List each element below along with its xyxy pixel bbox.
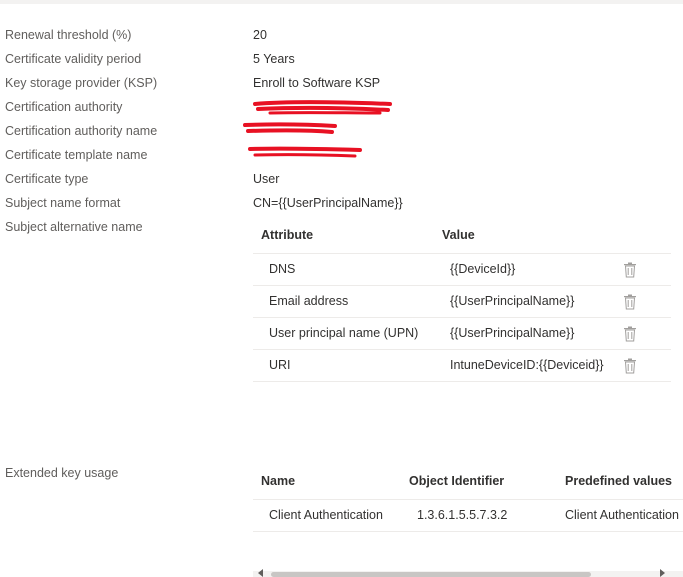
eku-row[interactable]: Client Authentication 1.3.6.1.5.5.7.3.2 … bbox=[253, 500, 683, 532]
eku-header-predefined[interactable]: Predefined values bbox=[565, 474, 672, 488]
san-value: {{UserPrincipalName}} bbox=[450, 294, 575, 308]
subject-name-format-value: CN={{UserPrincipalName}} bbox=[253, 196, 403, 210]
delete-icon[interactable] bbox=[623, 358, 637, 374]
san-attribute: DNS bbox=[269, 262, 296, 276]
san-attribute: URI bbox=[269, 358, 291, 372]
delete-icon[interactable] bbox=[623, 326, 637, 342]
scrollbar-thumb[interactable] bbox=[271, 572, 591, 577]
renewal-threshold-label: Renewal threshold (%) bbox=[5, 28, 132, 42]
san-value: {{UserPrincipalName}} bbox=[450, 326, 575, 340]
redaction-mark bbox=[243, 122, 337, 134]
san-row[interactable]: Email address {{UserPrincipalName}} bbox=[253, 286, 671, 318]
certification-authority-name-label: Certification authority name bbox=[5, 124, 158, 138]
eku-header-name[interactable]: Name bbox=[261, 474, 295, 488]
san-attribute: User principal name (UPN) bbox=[269, 326, 419, 340]
ksp-label: Key storage provider (KSP) bbox=[5, 76, 158, 90]
redaction-mark bbox=[248, 146, 362, 158]
san-row[interactable]: User principal name (UPN) {{UserPrincipa… bbox=[253, 318, 671, 350]
eku-name: Client Authentication bbox=[269, 508, 383, 522]
eku-header-oid[interactable]: Object Identifier bbox=[409, 474, 504, 488]
redaction-mark bbox=[253, 100, 392, 115]
certificate-template-name-label: Certificate template name bbox=[5, 148, 148, 162]
validity-period-value: 5 Years bbox=[253, 52, 295, 66]
extended-key-usage-label: Extended key usage bbox=[5, 466, 119, 480]
delete-icon[interactable] bbox=[623, 294, 637, 310]
scroll-left-icon[interactable] bbox=[258, 569, 263, 577]
san-row[interactable]: URI IntuneDeviceID:{{Deviceid}} bbox=[253, 350, 671, 382]
top-bar bbox=[0, 0, 683, 4]
san-header-attribute[interactable]: Attribute bbox=[261, 228, 313, 242]
delete-icon[interactable] bbox=[623, 262, 637, 278]
san-value: IntuneDeviceID:{{Deviceid}} bbox=[450, 358, 604, 372]
san-row[interactable]: DNS {{DeviceId}} bbox=[253, 254, 671, 286]
subject-name-format-label: Subject name format bbox=[5, 196, 121, 210]
eku-predefined: Client Authentication bbox=[565, 508, 679, 522]
validity-period-label: Certificate validity period bbox=[5, 52, 142, 66]
renewal-threshold-value: 20 bbox=[253, 28, 267, 42]
eku-oid: 1.3.6.1.5.5.7.3.2 bbox=[417, 508, 508, 522]
subject-alternative-name-label: Subject alternative name bbox=[5, 220, 143, 234]
san-attribute: Email address bbox=[269, 294, 349, 308]
scroll-right-icon[interactable] bbox=[660, 569, 665, 577]
certification-authority-label: Certification authority bbox=[5, 100, 123, 114]
certificate-type-value: User bbox=[253, 172, 280, 186]
certificate-type-label: Certificate type bbox=[5, 172, 89, 186]
san-header-value[interactable]: Value bbox=[442, 228, 475, 242]
ksp-value: Enroll to Software KSP bbox=[253, 76, 381, 90]
san-value: {{DeviceId}} bbox=[450, 262, 516, 276]
